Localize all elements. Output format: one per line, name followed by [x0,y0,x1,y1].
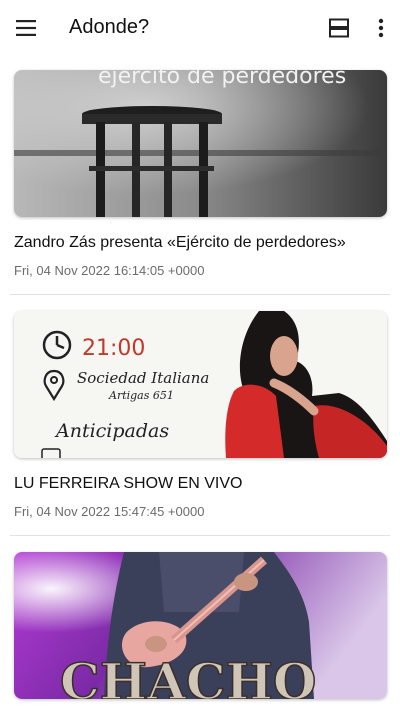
news-feed[interactable]: ejército de perdedores Zandro Zás presen… [0,56,400,712]
view-agenda-icon[interactable] [328,16,350,40]
app-bar: Adonde? [0,0,400,56]
card-date: Fri, 04 Nov 2022 15:47:45 +0000 [14,504,205,519]
app-title: Adonde? [69,16,150,38]
thumb-venue-text: Sociedad Italiana [77,369,209,387]
feed-card[interactable]: CHACHO [14,552,387,699]
card-thumbnail[interactable]: 21:00 Sociedad Italiana Artigas 651 Anti… [14,311,387,458]
thumb-image-text: ejército de perdedores [98,70,346,89]
card-thumbnail[interactable]: ejército de perdedores [14,70,387,217]
feed-card[interactable]: 21:00 Sociedad Italiana Artigas 651 Anti… [14,311,387,519]
feed-card[interactable]: ejército de perdedores Zandro Zás presen… [14,70,387,278]
thumb-title-text: CHACHO [60,652,316,699]
thumb-tickets-text: Anticipadas [54,420,169,442]
divider [10,535,390,536]
hamburger-menu-icon[interactable] [14,16,38,40]
thumb-time-text: 21:00 [82,336,145,361]
divider [10,294,390,295]
more-vert-icon[interactable] [372,16,390,40]
card-date: Fri, 04 Nov 2022 16:14:05 +0000 [14,263,205,278]
card-headline[interactable]: Zandro Zás presenta «Ejército de perdedo… [14,233,387,253]
card-thumbnail[interactable]: CHACHO [14,552,387,699]
card-headline[interactable]: LU FERREIRA SHOW EN VIVO [14,474,387,494]
thumb-address-text: Artigas 651 [108,389,174,402]
